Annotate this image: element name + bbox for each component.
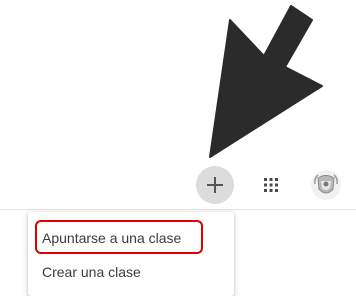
menu-item-create-class[interactable]: Crear una clase: [42, 263, 141, 281]
grid-icon: [264, 178, 278, 192]
apps-button[interactable]: [254, 166, 288, 204]
plus-icon: [207, 177, 223, 193]
account-avatar[interactable]: [311, 170, 341, 200]
highlight-box: [35, 220, 203, 254]
crest-icon: [311, 170, 341, 200]
add-button[interactable]: [196, 166, 234, 204]
